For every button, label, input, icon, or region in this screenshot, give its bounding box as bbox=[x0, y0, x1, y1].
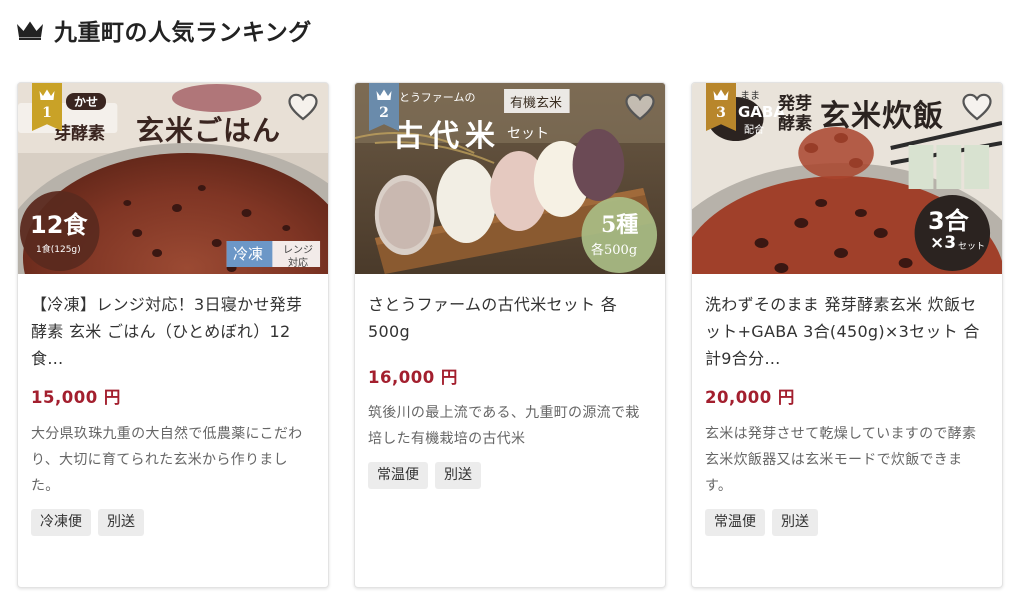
rank-badge: 3 bbox=[706, 83, 736, 131]
image-text-line2: 酵素 bbox=[778, 114, 812, 134]
image-text-set: セット bbox=[507, 126, 549, 142]
product-card-2[interactable]: 2 とうファームの 有機玄米 古代米 セット 5種 各500g さとうファームの… bbox=[354, 82, 666, 588]
rank-badge: 2 bbox=[369, 83, 399, 131]
rank-number: 2 bbox=[379, 105, 389, 121]
tag-shipping: 冷凍便 bbox=[31, 509, 91, 536]
product-card-body: さとうファームの古代米セット 各500g 16,000 円 筑後川の最上流である… bbox=[355, 274, 665, 489]
product-title[interactable]: さとうファームの古代米セット 各500g bbox=[368, 291, 652, 345]
product-title[interactable]: 【冷凍】レンジ対応！3日寝かせ発芽 酵素 玄米 ごはん（ひとめぼれ）12食… bbox=[31, 291, 315, 372]
image-text-count-sub: 1食(125g) bbox=[36, 245, 81, 255]
product-image-3[interactable]: 3 まま GABA 配合 発芽 酵素 玄米炊飯 3合 ×3 セット bbox=[692, 83, 1002, 274]
image-text-organic: 有機玄米 bbox=[510, 96, 563, 111]
product-card-body: 洗わずそのまま 発芽酵素玄米 炊飯セット+GABA 3合(450g)×3セット … bbox=[692, 274, 1002, 536]
image-text-go: 3合 bbox=[928, 207, 969, 235]
tag-list: 冷凍便 別送 bbox=[31, 509, 315, 536]
image-text-set-sub: セット bbox=[958, 242, 986, 252]
image-text-frozen: 冷凍 bbox=[233, 245, 264, 263]
product-image-2[interactable]: 2 とうファームの 有機玄米 古代米 セット 5種 各500g bbox=[355, 83, 665, 274]
image-text-top: まま bbox=[740, 91, 760, 102]
favorite-heart-icon[interactable] bbox=[962, 93, 992, 121]
crown-icon bbox=[16, 20, 44, 40]
product-title[interactable]: 洗わずそのまま 発芽酵素玄米 炊飯セット+GABA 3合(450g)×3セット … bbox=[705, 291, 989, 372]
product-price: 15,000 円 bbox=[31, 388, 121, 407]
product-card-1[interactable]: 1 かせ 芽酵素 玄米ごはん 12食 1食(125g) 冷凍 レンジ 対応 【冷… bbox=[17, 82, 329, 588]
image-text-kinds: 5種 bbox=[601, 212, 639, 238]
crown-icon bbox=[713, 89, 729, 100]
rank-number: 3 bbox=[716, 105, 726, 121]
favorite-heart-icon[interactable] bbox=[288, 93, 318, 121]
crown-icon bbox=[39, 89, 55, 100]
tag-separate: 別送 bbox=[98, 509, 144, 536]
favorite-heart-icon[interactable] bbox=[625, 93, 655, 121]
image-text-farm: とうファームの bbox=[399, 91, 476, 104]
rank-badge: 1 bbox=[32, 83, 62, 131]
tag-shipping: 常温便 bbox=[705, 509, 765, 536]
tag-list: 常温便 別送 bbox=[705, 509, 989, 536]
product-description: 玄米は発芽させて乾燥していますので酵素玄米炊飯器又は玄米モードで炊飯できます。 bbox=[705, 426, 977, 494]
tag-separate: 別送 bbox=[772, 509, 818, 536]
crown-icon bbox=[376, 89, 392, 100]
image-text-range-sub: 対応 bbox=[288, 258, 308, 269]
product-card-body: 【冷凍】レンジ対応！3日寝かせ発芽 酵素 玄米 ごはん（ひとめぼれ）12食… 1… bbox=[18, 274, 328, 536]
image-text-headline: 古代米 bbox=[393, 119, 501, 154]
tag-shipping: 常温便 bbox=[368, 462, 428, 489]
image-text-set: ×3 bbox=[930, 233, 957, 253]
product-price: 16,000 円 bbox=[368, 368, 458, 387]
rank-number: 1 bbox=[42, 105, 52, 121]
image-text-headline: 玄米炊飯 bbox=[820, 99, 944, 134]
image-text-headline: 玄米ごはん bbox=[136, 114, 282, 147]
tag-list: 常温便 別送 bbox=[368, 462, 652, 489]
tag-separate: 別送 bbox=[435, 462, 481, 489]
image-text-count: 12食 bbox=[30, 211, 88, 239]
product-image-1[interactable]: 1 かせ 芽酵素 玄米ごはん 12食 1食(125g) 冷凍 レンジ 対応 bbox=[18, 83, 328, 274]
image-text-top: かせ bbox=[66, 93, 107, 110]
image-text-weight: 各500g bbox=[591, 243, 638, 258]
product-description: 筑後川の最上流である、九重町の源流で栽培した有機栽培の古代米 bbox=[368, 405, 640, 447]
product-description: 大分県玖珠九重の大自然で低農薬にこだわり、大切に育てられた玄米から作りました。 bbox=[31, 426, 303, 494]
product-price: 20,000 円 bbox=[705, 388, 795, 407]
image-text-gaba-sub: 配合 bbox=[744, 125, 764, 136]
product-card-3[interactable]: 3 まま GABA 配合 発芽 酵素 玄米炊飯 3合 ×3 セット 洗わずそのま… bbox=[691, 82, 1003, 588]
section-header: 九重町の人気ランキング bbox=[16, 14, 312, 46]
section-title: 九重町の人気ランキング bbox=[54, 20, 312, 46]
